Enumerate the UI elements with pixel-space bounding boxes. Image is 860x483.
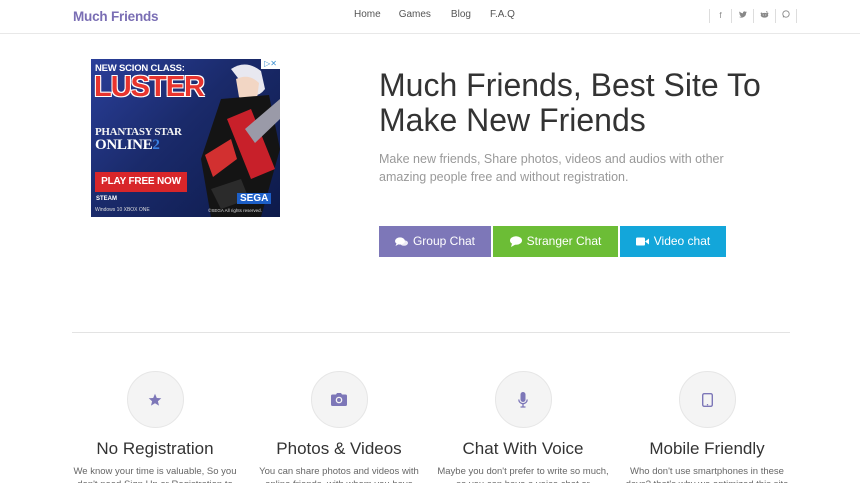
reddit-icon[interactable]	[753, 9, 775, 23]
site-logo[interactable]: Much Friends	[73, 9, 159, 24]
feature-description: Who don't use smartphones in these days?…	[626, 466, 789, 483]
advertisement-banner[interactable]: NEW SCION CLASS: LUSTER PHANTASY STAR ON…	[91, 59, 280, 217]
feature-icon-circle	[310, 371, 368, 428]
hero-title: Much Friends, Best Site To Make New Frie…	[379, 67, 761, 138]
feature-title: Mobile Friendly	[649, 439, 765, 458]
feature-icon-circle	[126, 371, 184, 428]
feature-description: We know your time is valuable, So you do…	[73, 466, 237, 483]
ad-game-word: ONLINE	[95, 137, 153, 153]
group-chat-button[interactable]: Group Chat	[379, 226, 491, 257]
ad-close-icon[interactable]: ▷✕	[261, 59, 280, 69]
chat-buttons: Group Chat Stranger Chat Video chat	[379, 226, 726, 257]
feature-title: No Registration	[96, 439, 214, 458]
comment-icon	[509, 236, 522, 247]
ad-play-button[interactable]: PLAY FREE NOW	[95, 172, 187, 192]
twitter-icon[interactable]	[731, 9, 753, 23]
comments-icon	[394, 236, 408, 246]
camera-icon	[331, 393, 347, 406]
video-chat-button[interactable]: Video chat	[620, 226, 726, 257]
ad-headline-big: LUSTER	[94, 71, 205, 103]
feature-title: Chat With Voice	[462, 439, 584, 458]
group-chat-label: Group Chat	[412, 234, 476, 248]
ad-game-number: 2	[152, 137, 160, 153]
feature-description: Maybe you don't prefer to write so much,…	[437, 466, 609, 483]
video-camera-icon	[635, 237, 649, 246]
stranger-chat-button[interactable]: Stranger Chat	[493, 226, 618, 257]
main-nav: Home Games Blog F.A.Q	[346, 9, 515, 20]
hero-subtitle: Make new friends, Share photos, videos a…	[379, 152, 724, 184]
social-links: f	[709, 9, 797, 23]
feature-icon-circle	[494, 371, 552, 428]
nav-home[interactable]: Home	[354, 9, 381, 20]
ad-copyright: ©SEGA All rights reserved.	[208, 208, 262, 213]
whatsapp-icon[interactable]	[775, 9, 797, 23]
ad-game-title-line2: ONLINE2	[95, 137, 160, 154]
feature-chat-voice: Chat With Voice Maybe you don't prefer t…	[433, 371, 613, 483]
nav-blog[interactable]: Blog	[451, 9, 471, 20]
section-divider	[72, 332, 790, 333]
star-icon	[148, 393, 162, 406]
stranger-chat-label: Stranger Chat	[526, 234, 602, 248]
nav-games[interactable]: Games	[399, 9, 431, 20]
ad-platforms: Windows 10 XBOX ONE	[95, 207, 150, 213]
feature-description: You can share photos and videos with onl…	[259, 466, 419, 483]
ad-sega-logo: SEGA	[237, 193, 272, 204]
feature-photos-videos: Photos & Videos You can share photos and…	[249, 371, 429, 483]
feature-title: Photos & Videos	[276, 439, 402, 458]
feature-mobile-friendly: Mobile Friendly Who don't use smartphone…	[617, 371, 797, 483]
video-chat-label: Video chat	[653, 234, 711, 248]
nav-faq[interactable]: F.A.Q	[490, 9, 515, 20]
facebook-icon[interactable]: f	[709, 9, 731, 23]
feature-no-registration: No Registration We know your time is val…	[65, 371, 245, 483]
ad-steam-label: STEAM	[96, 196, 117, 202]
feature-icon-circle	[678, 371, 736, 428]
top-header: Much Friends Home Games Blog F.A.Q f	[0, 0, 860, 34]
tablet-icon	[701, 392, 713, 407]
microphone-icon	[518, 391, 528, 408]
